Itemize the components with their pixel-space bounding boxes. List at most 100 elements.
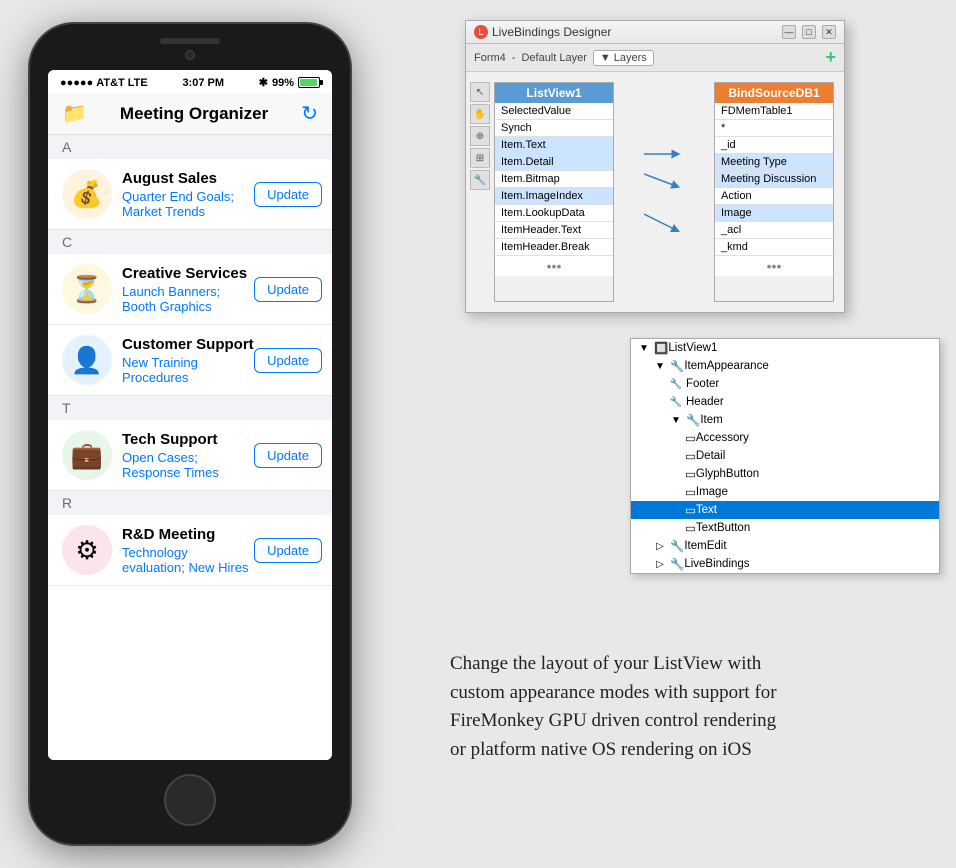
binding-row-meetingdiscussion[interactable]: Meeting Discussion (715, 171, 833, 188)
item-icon-tech: 💼 (62, 430, 112, 480)
binding-row-acl[interactable]: _acl (715, 222, 833, 239)
tool-zoom[interactable]: ⊕ (470, 126, 490, 146)
tree-icon-text: ▭ (685, 503, 696, 517)
tree-row-text[interactable]: ▭ Text (631, 501, 939, 519)
description-content: Change the layout of your ListView withc… (450, 653, 777, 760)
tree-row-image[interactable]: ▭ Image (631, 483, 939, 501)
section-header-c: C (48, 230, 332, 254)
binding-row-synch[interactable]: Synch (495, 120, 613, 137)
binding-row-itemheaderbreak[interactable]: ItemHeader.Break (495, 239, 613, 256)
layers-button[interactable]: ▼ Layers (593, 50, 654, 66)
binding-row-fdmemtable[interactable]: FDMemTable1 (715, 103, 833, 120)
battery-percent: 99% (272, 77, 294, 89)
tree-panel: ▼ 🔲 ListView1 ▼ 🔧 ItemAppearance 🔧 Foote… (630, 338, 940, 574)
binding-row-star[interactable]: * (715, 120, 833, 137)
bindsource-more-dots: ••• (715, 256, 833, 276)
update-btn-sales[interactable]: Update (254, 182, 322, 207)
tree-label-listview1: ListView1 (668, 342, 717, 354)
binding-row-kmd[interactable]: _kmd (715, 239, 833, 256)
phone-home-button[interactable] (164, 774, 216, 826)
list-content: A 💰 August Sales Quarter End Goals; Mark… (48, 135, 332, 760)
tool-hand[interactable]: ✋ (470, 104, 490, 124)
tree-label-item: Item (700, 414, 722, 426)
listview-more-dots: ••• (495, 256, 613, 276)
folder-icon[interactable]: 📁 (62, 101, 87, 126)
tree-row-header[interactable]: 🔧 Header (631, 393, 939, 411)
binding-arrows-svg (644, 102, 684, 302)
tree-label-footer: Footer (686, 378, 719, 390)
designer-window: L LiveBindings Designer — □ ✕ Form4 - De… (465, 20, 845, 313)
list-item-tech[interactable]: 💼 Tech Support Open Cases; Response Time… (48, 420, 332, 491)
bindsource-binding-table: BindSourceDB1 FDMemTable1 * _id Meeting … (714, 82, 834, 302)
update-btn-support[interactable]: Update (254, 348, 322, 373)
binding-row-itemdetail[interactable]: Item.Detail (495, 154, 613, 171)
add-binding-button[interactable]: + (825, 47, 836, 68)
tree-expand-icon-item: ▼ (669, 413, 683, 427)
item-text-sales: August Sales Quarter End Goals; Market T… (122, 170, 254, 219)
tree-row-footer[interactable]: 🔧 Footer (631, 375, 939, 393)
list-item-customer-support[interactable]: 👤 Customer Support New Training Procedur… (48, 325, 332, 396)
item-detail-tech: Open Cases; Response Times (122, 450, 254, 480)
tree-row-listview1[interactable]: ▼ 🔲 ListView1 (631, 339, 939, 357)
tree-icon-accessory: ▭ (685, 431, 696, 445)
bindsource-table-header: BindSourceDB1 (715, 83, 833, 103)
item-title-support: Customer Support (122, 336, 254, 353)
listview-table-header: ListView1 (495, 83, 613, 103)
update-btn-tech[interactable]: Update (254, 443, 322, 468)
binding-row-itemlookup[interactable]: Item.LookupData (495, 205, 613, 222)
item-title-rd: R&D Meeting (122, 526, 254, 543)
item-title-creative: Creative Services (122, 265, 254, 282)
minimize-button[interactable]: — (782, 25, 796, 39)
tree-expand-icon: ▼ (637, 341, 651, 355)
tool-settings[interactable]: 🔧 (470, 170, 490, 190)
status-right: ✱ 99% (259, 76, 320, 89)
phone-camera (185, 50, 195, 60)
binding-row-itembitmap[interactable]: Item.Bitmap (495, 171, 613, 188)
item-detail-support: New Training Procedures (122, 355, 254, 385)
update-btn-creative[interactable]: Update (254, 277, 322, 302)
tool-pointer[interactable]: ↖ (470, 82, 490, 102)
app-icon: L (474, 25, 488, 39)
close-button[interactable]: ✕ (822, 25, 836, 39)
tree-icon-header: 🔧 (669, 395, 683, 409)
update-btn-rd[interactable]: Update (254, 538, 322, 563)
maximize-button[interactable]: □ (802, 25, 816, 39)
tree-label-glyphbutton: GlyphButton (696, 468, 759, 480)
tree-icon-livebindings: 🔧 (670, 557, 684, 571)
binding-row-selectedvalue[interactable]: SelectedValue (495, 103, 613, 120)
tree-row-textbutton[interactable]: ▭ TextButton (631, 519, 939, 537)
tree-label-accessory: Accessory (696, 432, 749, 444)
binding-row-meetingtype[interactable]: Meeting Type (715, 154, 833, 171)
tree-label-itemappearance: ItemAppearance (684, 360, 768, 372)
item-icon-creative: ⏳ (62, 264, 112, 314)
binding-row-itemtext[interactable]: Item.Text (495, 137, 613, 154)
tree-row-itemappearance[interactable]: ▼ 🔧 ItemAppearance (631, 357, 939, 375)
list-item-creative[interactable]: ⏳ Creative Services Launch Banners; Boot… (48, 254, 332, 325)
binding-row-action[interactable]: Action (715, 188, 833, 205)
tree-row-item[interactable]: ▼ 🔧 Item (631, 411, 939, 429)
list-item-rd[interactable]: ⚙ R&D Meeting Technology evaluation; New… (48, 515, 332, 586)
tool-grid[interactable]: ⊞ (470, 148, 490, 168)
tree-row-detail[interactable]: ▭ Detail (631, 447, 939, 465)
binding-row-itemheadertext[interactable]: ItemHeader.Text (495, 222, 613, 239)
binding-row-id[interactable]: _id (715, 137, 833, 154)
tree-row-itemedit[interactable]: ▷ 🔧 ItemEdit (631, 537, 939, 555)
tree-label-image: Image (696, 486, 728, 498)
phone-speaker (160, 38, 220, 44)
battery-icon (298, 77, 320, 88)
binding-row-itemimageindex[interactable]: Item.ImageIndex (495, 188, 613, 205)
tree-row-accessory[interactable]: ▭ Accessory (631, 429, 939, 447)
tree-row-livebindings[interactable]: ▷ 🔧 LiveBindings (631, 555, 939, 573)
nav-bar: 📁 Meeting Organizer ↻ (48, 93, 332, 135)
listview-binding-table: ListView1 SelectedValue Synch Item.Text … (494, 82, 614, 302)
window-title: LiveBindings Designer (492, 25, 611, 39)
item-text-rd: R&D Meeting Technology evaluation; New H… (122, 526, 254, 575)
status-left: ●●●●● AT&T LTE (60, 77, 148, 89)
binding-row-image[interactable]: Image (715, 205, 833, 222)
tree-icon-image: ▭ (685, 485, 696, 499)
tree-label-livebindings: LiveBindings (684, 558, 749, 570)
refresh-icon[interactable]: ↻ (301, 101, 318, 126)
filter-icon: ▼ (600, 52, 611, 64)
list-item-august-sales[interactable]: 💰 August Sales Quarter End Goals; Market… (48, 159, 332, 230)
tree-row-glyphbutton[interactable]: ▭ GlyphButton (631, 465, 939, 483)
